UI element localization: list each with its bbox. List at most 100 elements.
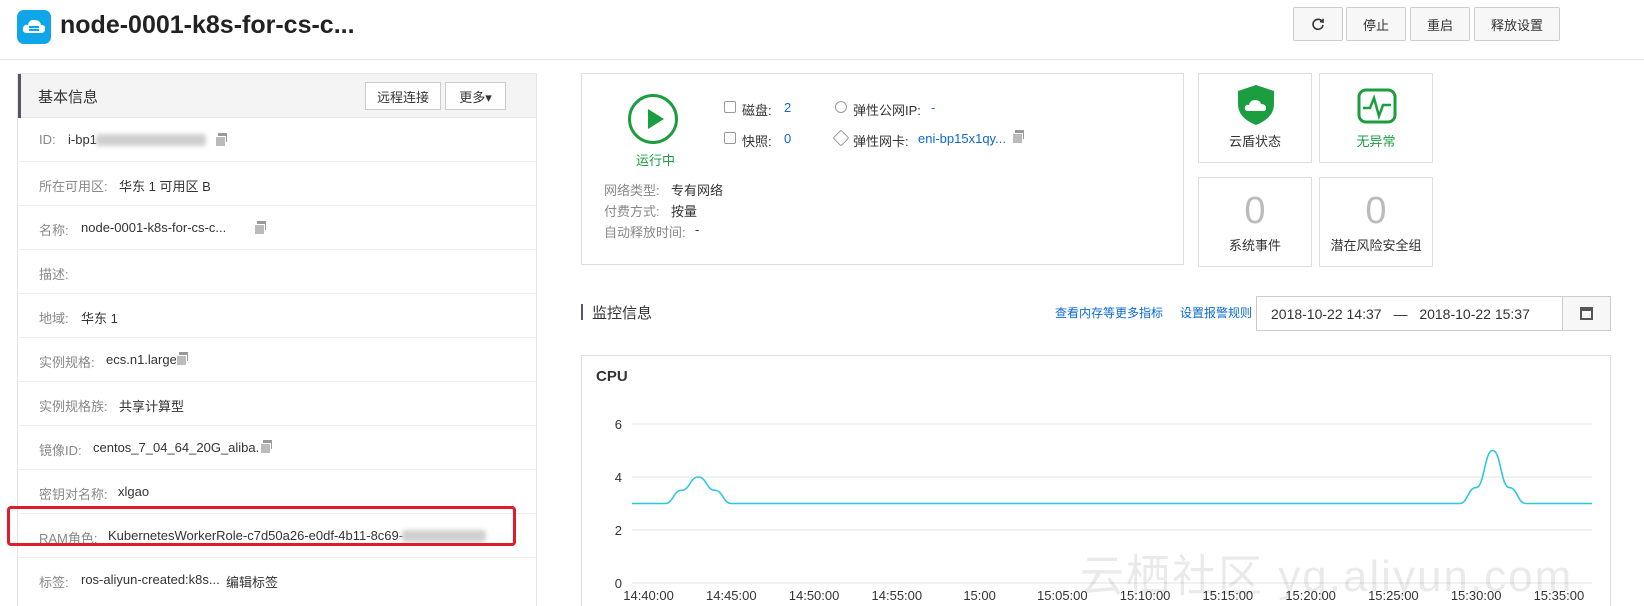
network-type-value: 专有网络 <box>671 183 724 198</box>
tags-value: ros-aliyun-created:k8s... <box>81 572 220 587</box>
ram-role-highlight-box <box>7 506 516 546</box>
y-tick-label: 6 <box>615 417 622 432</box>
keypair-value: xlgao <box>118 484 150 499</box>
section-marker <box>581 304 583 320</box>
calendar-icon <box>1580 307 1593 320</box>
date-range-picker[interactable]: 2018-10-22 14:37 — 2018-10-22 15:37 <box>1256 296 1563 331</box>
cloud-shield-icon <box>1238 85 1274 125</box>
calendar-button[interactable] <box>1563 296 1611 331</box>
billing-label: 付费方式: <box>604 204 660 219</box>
zone-value: 华东 1 可用区 B <box>119 179 211 194</box>
copy-icon[interactable] <box>215 133 228 147</box>
start-time: 2018-10-22 14:37 <box>1271 306 1382 322</box>
copy-icon[interactable] <box>260 440 273 454</box>
date-range-text: 2018-10-22 14:37 — 2018-10-22 15:37 <box>1257 306 1563 322</box>
alarm-rules-link[interactable]: 设置报警规则 <box>1180 304 1252 321</box>
end-time: 2018-10-22 15:37 <box>1419 306 1530 322</box>
eip-value: - <box>931 100 936 115</box>
region-value: 华东 1 <box>81 311 118 326</box>
snapshot-icon <box>724 132 736 144</box>
running-status-label: 运行中 <box>636 153 676 168</box>
x-tick-label: 14:55:00 <box>872 588 923 603</box>
info-row-id: ID: i-bp1 <box>18 118 536 162</box>
row-label: 所在可用区: <box>39 179 108 194</box>
row-label: ID: <box>39 132 56 147</box>
disk-icon <box>724 101 736 113</box>
y-tick-label: 4 <box>615 470 622 485</box>
eip-icon <box>835 101 847 113</box>
info-row-tags: 标签: ros-aliyun-created:k8s... 编辑标签 <box>18 558 536 602</box>
info-row-region: 地域: 华东 1 <box>18 294 536 338</box>
row-label: 实例规格族: <box>39 399 108 414</box>
edit-name-icon[interactable] <box>254 221 267 235</box>
row-label: 名称: <box>39 223 69 238</box>
eni-label: 弹性网卡: <box>853 134 909 149</box>
refresh-icon <box>1312 18 1324 31</box>
instance-id-value: i-bp1 <box>68 132 97 147</box>
copy-icon[interactable] <box>176 352 189 366</box>
risk-security-group-count: 0 <box>1365 190 1387 232</box>
row-label: 标签: <box>39 575 69 590</box>
cloud-shield-tile[interactable]: 云盾状态 <box>1198 73 1312 163</box>
image-id-value: centos_7_04_64_20G_aliba... <box>93 440 267 455</box>
refresh-button[interactable] <box>1293 7 1343 41</box>
disk-label: 磁盘: <box>742 103 772 118</box>
risk-security-group-tile[interactable]: 0 潜在风险安全组 <box>1319 177 1433 267</box>
system-events-count: 0 <box>1244 190 1266 232</box>
info-row-zone: 所在可用区: 华东 1 可用区 B <box>18 162 536 206</box>
instance-type-value: ecs.n1.large <box>106 352 177 367</box>
disk-count-link[interactable]: 2 <box>784 100 791 115</box>
restart-button[interactable]: 重启 <box>1410 7 1470 41</box>
more-metrics-link[interactable]: 查看内存等更多指标 <box>1055 304 1163 321</box>
instance-status-card: 运行中 磁盘: 2 快照: 0 弹性公网IP: - 弹性网卡: eni-bp15… <box>581 73 1184 265</box>
stop-button[interactable]: 停止 <box>1346 7 1406 41</box>
info-row-description: 描述: <box>18 250 536 294</box>
row-label: 实例规格: <box>39 355 95 370</box>
x-tick-label: 15:00 <box>963 588 996 603</box>
ecs-cloud-icon <box>17 10 51 44</box>
y-tick-label: 2 <box>615 523 622 538</box>
range-dash: — <box>1393 306 1408 322</box>
instance-name-value: node-0001-k8s-for-cs-c... <box>81 220 227 235</box>
snapshot-count-link[interactable]: 0 <box>784 131 791 146</box>
release-settings-button[interactable]: 释放设置 <box>1474 7 1560 41</box>
snapshot-label: 快照: <box>742 134 772 149</box>
copy-icon[interactable] <box>1012 130 1025 144</box>
row-label: 地域: <box>39 311 69 326</box>
no-anomaly-tile[interactable]: 无异常 <box>1319 73 1433 163</box>
page-title: node-0001-k8s-for-cs-c... <box>60 11 355 39</box>
row-label: 密钥对名称: <box>39 487 108 502</box>
page-header: node-0001-k8s-for-cs-c... 停止 重启 释放设置 <box>0 0 1644 60</box>
edit-tags-link[interactable]: 编辑标签 <box>226 572 278 591</box>
monitor-title: 监控信息 <box>592 305 653 322</box>
running-status-icon <box>628 94 678 144</box>
remote-connect-button[interactable]: 远程连接 <box>365 82 441 110</box>
billing-value: 按量 <box>671 204 698 219</box>
system-events-label: 系统事件 <box>1228 238 1281 253</box>
x-tick-label: 14:45:00 <box>706 588 757 603</box>
more-dropdown-button[interactable]: 更多▾ <box>445 82 506 110</box>
heartbeat-icon <box>1357 88 1397 124</box>
redacted-area <box>96 134 206 146</box>
auto-release-value: - <box>695 222 700 237</box>
network-type-label: 网络类型: <box>604 183 660 198</box>
row-label: 描述: <box>39 267 69 282</box>
info-row-instance-type: 实例规格: ecs.n1.large <box>18 338 536 382</box>
cloud-shield-label: 云盾状态 <box>1228 134 1281 149</box>
x-tick-label: 14:50:00 <box>789 588 840 603</box>
eni-link[interactable]: eni-bp15x1qy... <box>918 131 1006 146</box>
auto-release-label: 自动释放时间: <box>604 225 686 240</box>
eni-icon <box>832 129 850 147</box>
basic-info-title: 基本信息 <box>38 89 99 106</box>
chart-title: CPU <box>596 368 628 385</box>
watermark: 云栖社区 yq.aliyun.com <box>1080 552 1574 601</box>
basic-info-header: 基本信息 远程连接 更多▾ <box>18 74 536 118</box>
eip-label: 弹性公网IP: <box>853 103 921 118</box>
system-events-tile[interactable]: 0 系统事件 <box>1198 177 1312 267</box>
instance-family-value: 共享计算型 <box>119 399 185 414</box>
info-row-instance-family: 实例规格族: 共享计算型 <box>18 382 536 426</box>
risk-security-group-label: 潜在风险安全组 <box>1330 238 1422 253</box>
info-row-image-id: 镜像ID: centos_7_04_64_20G_aliba... <box>18 426 536 470</box>
info-row-name: 名称: node-0001-k8s-for-cs-c... <box>18 206 536 250</box>
row-label: 镜像ID: <box>39 443 82 458</box>
